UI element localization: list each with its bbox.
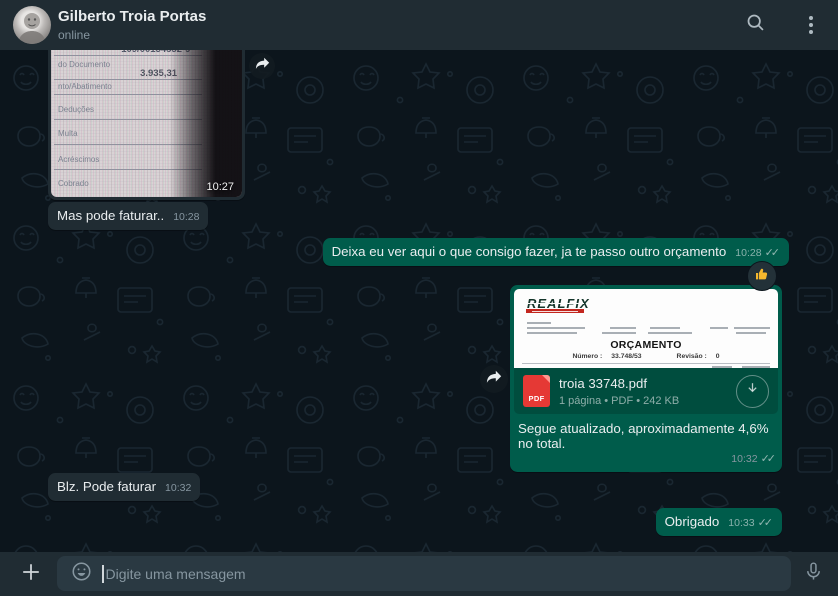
pdf-file-row[interactable]: PDF troia 33748.pdf 1 página • PDF • 242… [514, 368, 778, 414]
message-text: Obrigado [665, 514, 720, 529]
message-time: 10:33 [728, 518, 754, 530]
whatsapp-chat-window: Gilberto Troia Portas online 109/0013455… [0, 0, 838, 596]
message-input[interactable]: Digite uma mensagem [57, 556, 791, 591]
message-reaction[interactable] [747, 261, 777, 291]
search-button[interactable] [738, 8, 772, 42]
input-placeholder: Digite uma mensagem [106, 566, 246, 582]
message-text: Blz. Pode faturar [57, 479, 156, 494]
message-time: 10:28 [173, 212, 199, 224]
plus-icon [20, 561, 42, 588]
double-check-icon: ✓✓ [758, 518, 773, 529]
forward-button[interactable] [249, 53, 275, 79]
text-cursor [102, 565, 104, 583]
search-icon [745, 12, 766, 38]
message-time: 10:28 [735, 248, 761, 260]
emoji-icon [70, 560, 93, 588]
message-text: Mas pode faturar.. [57, 208, 164, 223]
outgoing-message[interactable]: Deixa eu ver aqui o que consigo fazer, j… [323, 238, 789, 266]
pdf-file-meta: 1 página • PDF • 242 KB [559, 394, 679, 408]
pdf-icon: PDF [523, 375, 550, 407]
pdf-caption: Segue atualizado, aproximadamente 4,6% n… [514, 414, 778, 451]
forward-button[interactable] [480, 365, 508, 393]
incoming-message[interactable]: Mas pode faturar.. 10:28 [48, 202, 208, 230]
menu-button[interactable] [794, 8, 828, 42]
logo-red-bar [526, 309, 584, 313]
pdf-preview-title: ORÇAMENTO [514, 339, 778, 351]
download-icon [744, 380, 761, 402]
attach-button[interactable] [14, 557, 48, 591]
double-check-icon: ✓✓ [765, 248, 780, 259]
incoming-photo-message[interactable]: 109/00134552-9 do Documento 3.935,31 nto… [48, 50, 245, 200]
outgoing-message[interactable]: Obrigado 10:33 ✓✓ [656, 508, 782, 536]
header-actions [738, 0, 828, 50]
message-composer: Digite uma mensagem [0, 552, 838, 596]
pdf-filename: troia 33748.pdf [559, 375, 679, 392]
double-check-icon: ✓✓ [761, 454, 776, 465]
contact-status: online [58, 27, 206, 43]
forward-icon [255, 57, 270, 75]
thumbs-up-icon [754, 266, 770, 287]
message-text: Deixa eu ver aqui o que consigo fazer, j… [332, 244, 727, 259]
forward-icon [486, 370, 502, 389]
document-photo: 109/00134552-9 do Documento 3.935,31 nto… [51, 50, 242, 197]
outgoing-pdf-message[interactable]: REALFIX ORÇAMENTO Número : 33.748/5 [510, 285, 782, 472]
mic-icon [803, 561, 824, 587]
download-button[interactable] [736, 375, 769, 408]
contact-info[interactable]: Gilberto Troia Portas online [58, 7, 206, 43]
incoming-message[interactable]: Blz. Pode faturar 10:32 [48, 473, 200, 501]
pdf-preview-thumbnail[interactable]: REALFIX ORÇAMENTO Número : 33.748/5 [514, 289, 778, 368]
contact-name: Gilberto Troia Portas [58, 7, 206, 26]
message-time: 10:32 [165, 483, 191, 495]
conversation-header: Gilberto Troia Portas online [0, 0, 838, 50]
photo-edge-shadow [51, 50, 242, 197]
voice-message-button[interactable] [796, 557, 830, 591]
contact-avatar[interactable] [13, 6, 51, 44]
message-time: 10:32 [731, 454, 757, 466]
pdf-preview-number-row: Número : 33.748/53 Revisão : 0 [514, 353, 778, 360]
emoji-picker-button[interactable] [69, 562, 93, 586]
kebab-menu-icon [809, 16, 813, 34]
message-time: 10:27 [206, 181, 234, 193]
